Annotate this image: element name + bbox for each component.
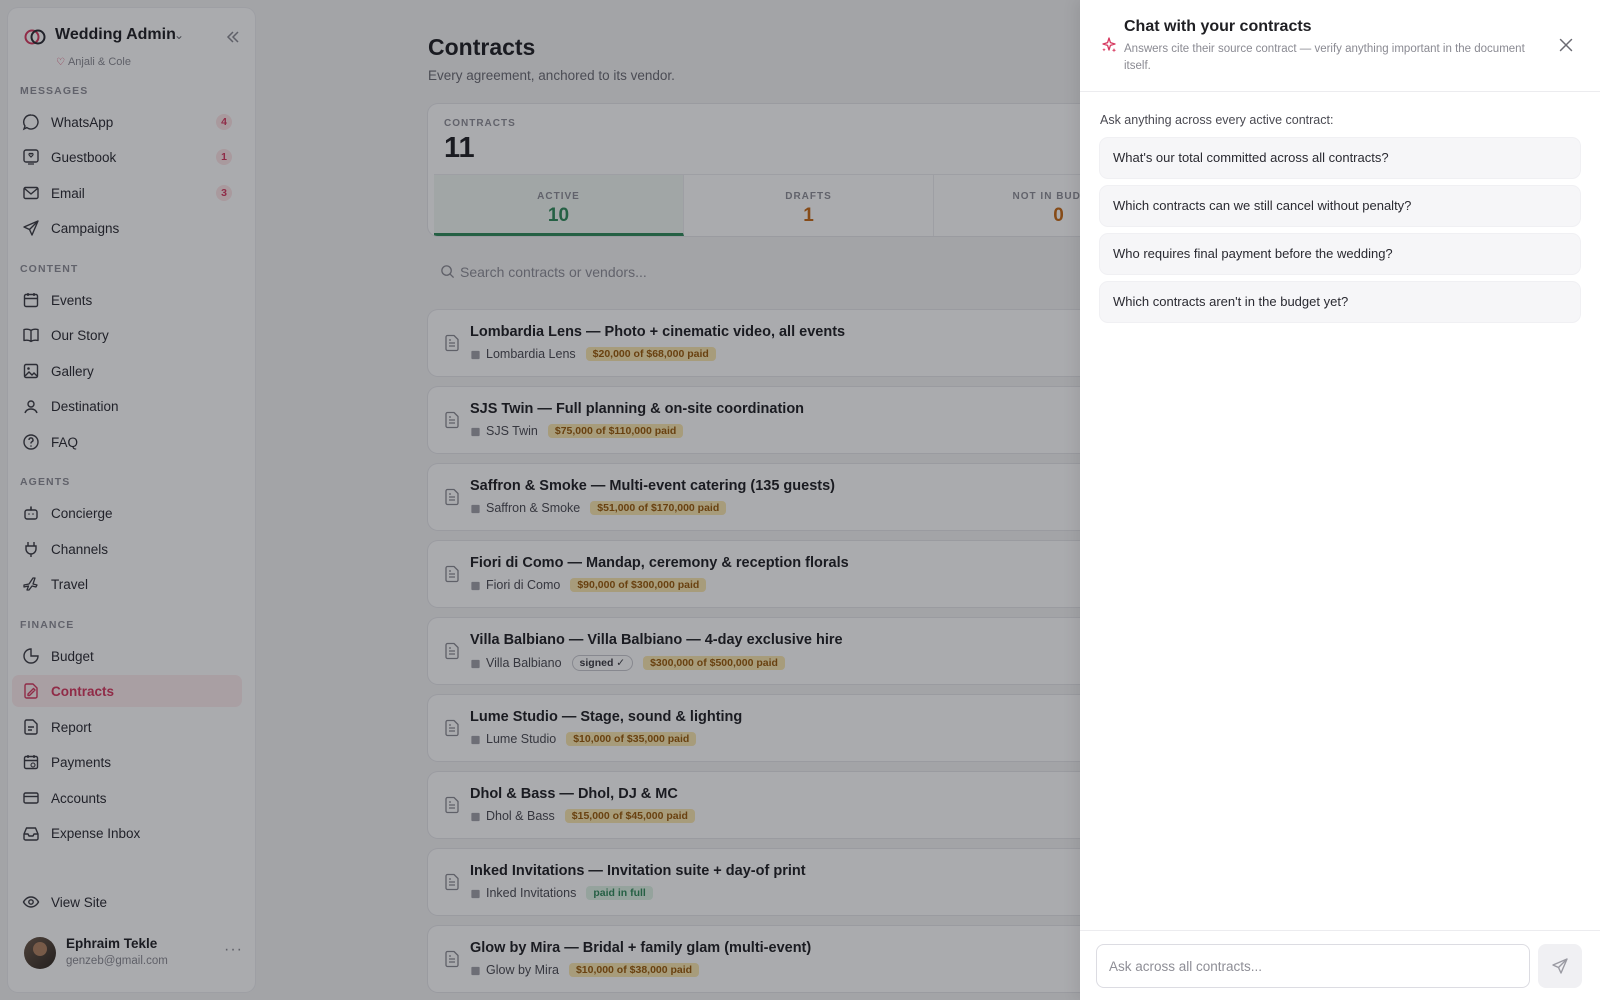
chat-panel: Chat with your contracts Answers cite th… [1080,0,1600,1000]
sparkles-icon [1102,37,1117,53]
chat-header: Chat with your contracts Answers cite th… [1080,0,1600,92]
chat-prompt: Ask anything across every active contrac… [1100,113,1334,127]
suggested-question[interactable]: Which contracts aren't in the budget yet… [1100,282,1580,322]
send-button[interactable] [1538,944,1582,988]
suggested-question[interactable]: Who requires final payment before the we… [1100,234,1580,274]
send-icon [1552,958,1568,974]
modal-backdrop[interactable] [0,0,1080,1000]
suggested-question[interactable]: What's our total committed across all co… [1100,138,1580,178]
chat-composer [1080,930,1600,1000]
suggested-question[interactable]: Which contracts can we still cancel with… [1100,186,1580,226]
chat-subtitle: Answers cite their source contract — ver… [1124,43,1525,72]
chat-input[interactable] [1096,944,1530,988]
chat-title: Chat with your contracts [1124,18,1312,35]
close-icon[interactable] [1557,36,1575,54]
